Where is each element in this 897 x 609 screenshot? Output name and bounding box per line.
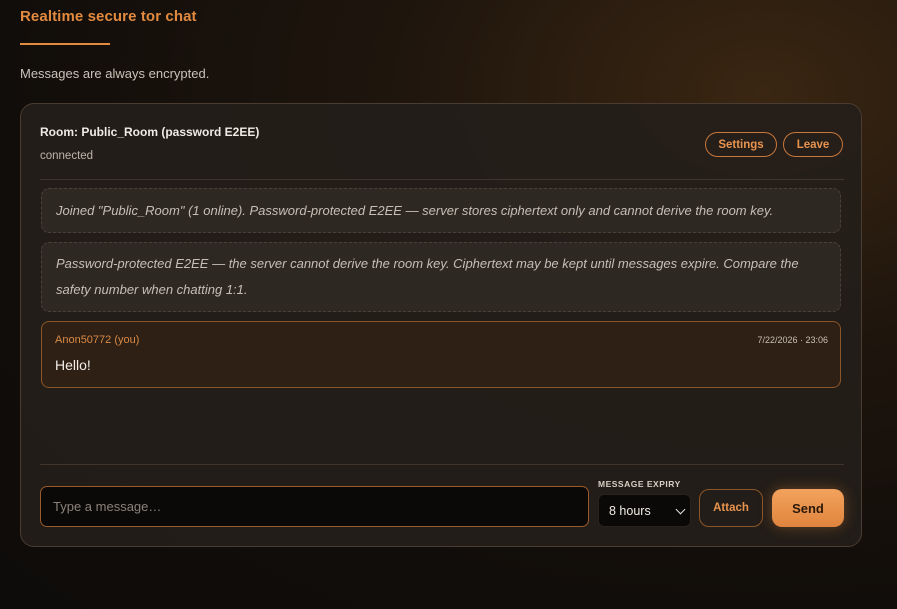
expiry-value: 8 hours [609, 503, 651, 518]
message-text: Hello! [55, 357, 91, 373]
settings-button[interactable]: Settings [705, 132, 777, 157]
page-subtitle: Messages are always encrypted. [20, 66, 210, 81]
message-input[interactable] [40, 486, 589, 527]
system-message: Password-protected E2EE — the server can… [41, 242, 841, 312]
send-button[interactable]: Send [772, 489, 844, 527]
expiry-label: MESSAGE EXPIRY [598, 479, 681, 489]
title-underline [20, 43, 110, 45]
header-divider [40, 179, 844, 180]
room-name: Room: Public_Room (password E2EE) [40, 125, 260, 139]
chevron-down-icon [675, 504, 686, 515]
chat-panel: Room: Public_Room (password E2EE) connec… [20, 103, 862, 547]
composer-divider [40, 464, 844, 465]
attach-button[interactable]: Attach [699, 489, 763, 527]
page-title: Realtime secure tor chat [20, 8, 197, 25]
message-author: Anon50772 (you) [55, 334, 140, 346]
chat-message: Anon50772 (you) 7/22/2026 · 23:06 Hello! [41, 321, 841, 388]
expiry-select[interactable]: 8 hours [598, 494, 691, 527]
leave-button[interactable]: Leave [783, 132, 843, 157]
system-message: Joined "Public_Room" (1 online). Passwor… [41, 188, 841, 233]
message-timestamp: 7/22/2026 · 23:06 [757, 335, 828, 345]
connection-status: connected [40, 150, 94, 162]
